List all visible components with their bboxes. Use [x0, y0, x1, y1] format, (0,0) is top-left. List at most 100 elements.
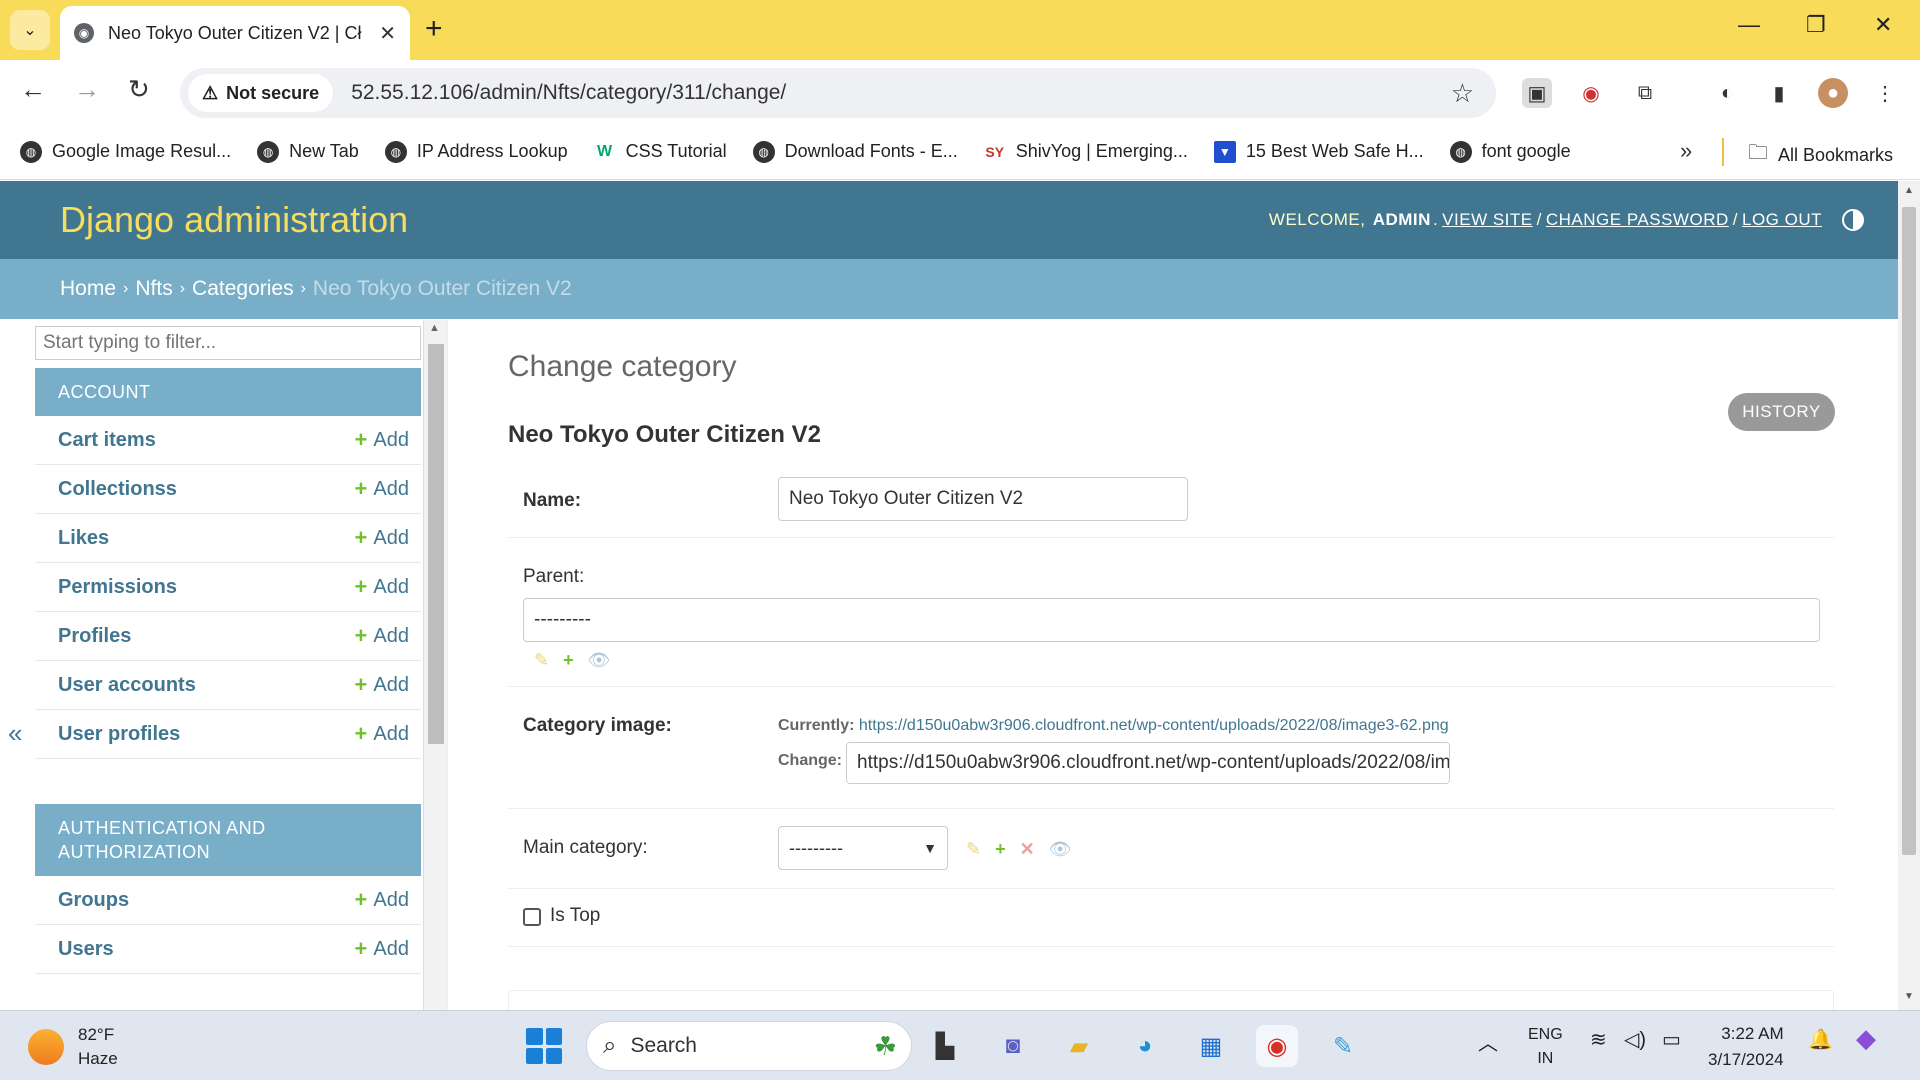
model-link[interactable]: Likes — [58, 527, 109, 550]
file-explorer-icon[interactable]: ▰ — [1058, 1025, 1100, 1067]
performance-icon[interactable]: ◐ — [1712, 78, 1742, 108]
bookmark-item[interactable]: SY ShivYog | Emerging... — [983, 140, 1188, 163]
chrome-icon[interactable]: ◉ — [1256, 1025, 1298, 1067]
view-eye-icon[interactable]: 👁 — [1049, 839, 1072, 860]
main-category-select[interactable]: --------- ▼ — [778, 826, 948, 870]
notification-bell-icon[interactable]: 🔔 — [1808, 1027, 1833, 1052]
add-link[interactable]: + Add — [355, 525, 409, 551]
start-button[interactable] — [526, 1028, 562, 1064]
address-bar[interactable]: ⚠ Not secure 52.55.12.106/admin/Nfts/cat… — [180, 68, 1496, 118]
battery-icon[interactable]: ▭ — [1662, 1027, 1681, 1052]
scroll-up-icon[interactable]: ▲ — [1904, 185, 1914, 196]
back-arrow-icon[interactable]: ← — [20, 74, 46, 105]
add-link[interactable]: + Add — [355, 721, 409, 747]
model-link[interactable]: Groups — [58, 889, 129, 912]
volume-icon[interactable]: ◁) — [1624, 1027, 1646, 1052]
theme-toggle-icon[interactable] — [1842, 209, 1864, 231]
chat-icon[interactable]: ◙ — [992, 1025, 1034, 1067]
model-link[interactable]: Users — [58, 938, 114, 961]
add-link[interactable]: + Add — [355, 672, 409, 698]
language-indicator[interactable]: ENG IN — [1528, 1023, 1563, 1071]
minimize-icon[interactable]: — — [1738, 12, 1760, 38]
bookmark-item[interactable]: ◍ Google Image Resul... — [20, 140, 231, 163]
model-link[interactable]: Profiles — [58, 625, 131, 648]
close-window-icon[interactable]: ✕ — [1874, 12, 1892, 38]
security-indicator[interactable]: ⚠ Not secure — [188, 74, 334, 112]
more-bookmarks-icon[interactable]: » — [1680, 138, 1692, 164]
log-out-link[interactable]: LOG OUT — [1742, 210, 1822, 230]
history-button[interactable]: HISTORY — [1728, 393, 1835, 431]
edge-icon[interactable]: ◕ — [1124, 1025, 1166, 1067]
bookmark-item[interactable]: ◍ New Tab — [257, 140, 359, 163]
site-brand[interactable]: Django administration — [60, 199, 408, 241]
image-url-input[interactable]: https://d150u0abw3r906.cloudfront.net/wp… — [846, 742, 1450, 784]
breadcrumb-home[interactable]: Home — [60, 277, 116, 301]
model-link[interactable]: Collectionss — [58, 478, 177, 501]
sidebar-scroll-thumb[interactable] — [428, 344, 444, 744]
view-eye-icon[interactable]: 👁 — [588, 650, 611, 671]
add-link[interactable]: + Add — [355, 887, 409, 913]
taskbar-search[interactable]: ⌕ Search ☘ — [586, 1021, 912, 1071]
weather-widget[interactable]: 82°F Haze — [28, 1023, 118, 1071]
profile-avatar-icon[interactable]: ● — [1818, 78, 1848, 108]
page-scroll-thumb[interactable] — [1902, 207, 1916, 855]
paint-icon[interactable]: ✎ — [1322, 1025, 1364, 1067]
scroll-down-icon[interactable]: ▼ — [1904, 991, 1914, 1002]
breadcrumb-app[interactable]: Nfts — [135, 277, 172, 301]
all-bookmarks-button[interactable]: 🗀 All Bookmarks — [1748, 138, 1893, 172]
more-menu-icon[interactable]: ⋮ — [1870, 78, 1900, 108]
bookmark-item[interactable]: ◍ IP Address Lookup — [384, 140, 568, 163]
model-link[interactable]: Cart items — [58, 429, 156, 452]
model-link[interactable]: Permissions — [58, 576, 177, 599]
add-related-icon[interactable]: + — [563, 650, 574, 671]
edit-pencil-icon[interactable]: ✎ — [966, 839, 981, 860]
clock[interactable]: 3:22 AM 3/17/2024 — [1708, 1021, 1784, 1073]
is-top-label[interactable]: Is Top — [550, 905, 600, 927]
module-caption-account[interactable]: ACCOUNT — [35, 368, 421, 416]
color-picker-extension-icon[interactable]: ◉ — [1576, 78, 1606, 108]
delete-x-icon[interactable]: ✕ — [1020, 839, 1035, 860]
sidebar-scrollbar[interactable]: ▲ — [423, 320, 447, 1010]
restore-icon[interactable]: ❐ — [1806, 12, 1826, 38]
model-link[interactable]: User accounts — [58, 674, 196, 697]
scroll-up-icon[interactable]: ▲ — [429, 322, 440, 334]
bookmark-item[interactable]: ◍ font google — [1449, 140, 1571, 163]
add-link[interactable]: + Add — [355, 574, 409, 600]
collapse-sidebar-button[interactable]: « — [8, 718, 22, 749]
browser-tab-active[interactable]: ◉ Neo Tokyo Outer Citizen V2 | Cł ✕ — [60, 6, 410, 60]
add-related-icon[interactable]: + — [995, 839, 1006, 860]
add-link[interactable]: + Add — [355, 936, 409, 962]
bookmark-item[interactable]: ▼ 15 Best Web Safe H... — [1213, 140, 1424, 163]
change-password-link[interactable]: CHANGE PASSWORD — [1546, 210, 1729, 230]
reload-icon[interactable]: ↻ — [128, 74, 150, 105]
bookmark-item[interactable]: W CSS Tutorial — [593, 140, 727, 163]
close-tab-icon[interactable]: ✕ — [379, 21, 396, 46]
model-link[interactable]: User profiles — [58, 723, 180, 746]
store-icon[interactable]: ▦ — [1190, 1025, 1232, 1067]
tab-search-dropdown[interactable]: ⌄ — [10, 10, 50, 50]
name-input[interactable]: Neo Tokyo Outer Citizen V2 — [778, 477, 1188, 521]
side-panel-icon[interactable]: ▮ — [1764, 78, 1794, 108]
edit-pencil-icon[interactable]: ✎ — [534, 650, 549, 671]
page-scrollbar[interactable]: ▲ ▼ — [1898, 181, 1920, 1010]
extension-avatar-icon[interactable]: ▣ — [1522, 78, 1552, 108]
task-view-icon[interactable]: ▙ — [924, 1025, 966, 1067]
puzzle-extensions-icon[interactable]: ⧉ — [1630, 78, 1660, 108]
forward-arrow-icon[interactable]: → — [74, 74, 100, 105]
module-caption-auth[interactable]: AUTHENTICATION AND AUTHORIZATION — [35, 804, 421, 876]
add-link[interactable]: + Add — [355, 427, 409, 453]
add-link[interactable]: + Add — [355, 623, 409, 649]
add-link[interactable]: + Add — [355, 476, 409, 502]
breadcrumb-model[interactable]: Categories — [192, 277, 294, 301]
copilot-icon[interactable]: ◆ — [1856, 1023, 1876, 1054]
view-site-link[interactable]: VIEW SITE — [1442, 210, 1532, 230]
bookmark-star-icon[interactable]: ☆ — [1451, 78, 1474, 109]
bookmark-item[interactable]: ◍ Download Fonts - E... — [752, 140, 958, 163]
tray-overflow-icon[interactable]: ︿ — [1478, 1027, 1498, 1056]
is-top-checkbox[interactable] — [523, 908, 541, 926]
current-file-link[interactable]: https://d150u0abw3r906.cloudfront.net/wp… — [859, 717, 1449, 734]
url-text[interactable]: 52.55.12.106/admin/Nfts/category/311/cha… — [351, 81, 786, 105]
parent-select[interactable]: --------- — [523, 598, 1820, 642]
wifi-icon[interactable]: ≋ — [1590, 1027, 1607, 1052]
new-tab-button[interactable]: + — [425, 12, 443, 46]
